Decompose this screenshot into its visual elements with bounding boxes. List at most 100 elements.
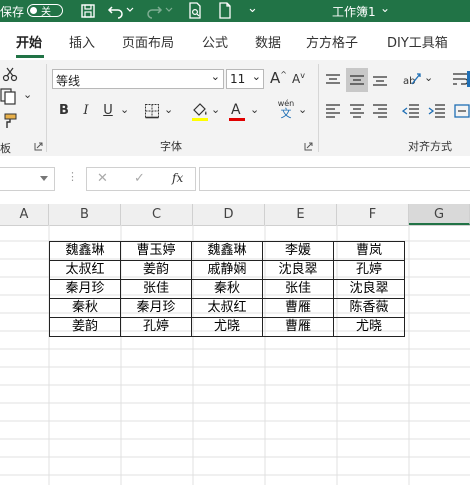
tab-insert[interactable]: 插入: [69, 32, 95, 51]
table-cell[interactable]: 沈良翠: [333, 279, 405, 299]
col-header-c[interactable]: C: [121, 204, 193, 225]
table-cell[interactable]: 太叔红: [49, 260, 121, 280]
save-icon[interactable]: [80, 3, 96, 19]
redo-icon[interactable]: [145, 3, 163, 19]
col-header-b[interactable]: B: [49, 204, 121, 225]
enter-icon[interactable]: ✓: [134, 171, 145, 186]
merge-center-icon[interactable]: [454, 103, 470, 119]
wrap-text-icon[interactable]: [452, 70, 470, 88]
table-cell[interactable]: 张佳: [262, 279, 334, 299]
decrease-font-size-icon[interactable]: Av: [292, 71, 305, 86]
underline-button[interactable]: U: [98, 101, 118, 121]
copy-icon[interactable]: [0, 88, 22, 106]
copy-dropdown-icon[interactable]: ⌄: [23, 88, 32, 101]
tab-page-layout[interactable]: 页面布局: [122, 32, 174, 51]
clipboard-launcher-icon[interactable]: [34, 142, 43, 151]
table-cell[interactable]: 魏鑫琳: [49, 241, 121, 261]
table-cell[interactable]: 孔婷: [333, 260, 405, 280]
format-painter-icon[interactable]: [2, 112, 20, 130]
font-name-value: 等线: [56, 74, 81, 88]
table-row: 魏鑫琳 曹玉婷 魏鑫琳 李媛 曹岚: [49, 241, 405, 261]
table-cell[interactable]: 姜韵: [49, 317, 121, 337]
undo-icon[interactable]: [107, 3, 125, 19]
underline-dropdown-icon[interactable]: ⌄: [120, 103, 129, 116]
font-color-dropdown-icon[interactable]: ⌄: [250, 103, 259, 116]
increase-font-size-icon[interactable]: A^: [270, 69, 287, 87]
table-cell[interactable]: 尤晓: [191, 317, 263, 337]
table-cell[interactable]: 沈良翠: [262, 260, 334, 280]
orientation-dropdown-icon[interactable]: ⌄: [424, 71, 433, 84]
column-headers: A B C D E F G: [0, 204, 470, 226]
align-right-icon[interactable]: [371, 103, 389, 119]
tab-data[interactable]: 数据: [255, 32, 281, 51]
table-cell[interactable]: 李媛: [262, 241, 334, 261]
col-header-d[interactable]: D: [193, 204, 265, 225]
table-cell[interactable]: 秦月珍: [120, 298, 192, 318]
insert-function-icon[interactable]: fx: [172, 171, 183, 185]
cancel-icon[interactable]: ✕: [97, 171, 108, 186]
tab-diy-toolbox[interactable]: DIY工具箱: [387, 32, 448, 51]
italic-button[interactable]: I: [76, 101, 96, 121]
table-cell[interactable]: 秦秋: [191, 279, 263, 299]
col-header-f[interactable]: F: [337, 204, 409, 225]
table-cell[interactable]: 戚静娴: [191, 260, 263, 280]
table-row: 秦秋 秦月珍 太叔红 曹雁 陈香薇: [49, 298, 405, 318]
align-top-icon[interactable]: [324, 72, 342, 88]
font-name-dropdown-icon[interactable]: ⌄: [211, 70, 220, 83]
table-cell[interactable]: 陈香薇: [333, 298, 405, 318]
formula-input[interactable]: [199, 167, 470, 191]
font-color-icon[interactable]: A: [228, 100, 246, 122]
table-cell[interactable]: 曹岚: [333, 241, 405, 261]
autosave-toggle[interactable]: 关: [27, 4, 63, 18]
cut-icon[interactable]: [2, 66, 18, 82]
font-size-value: 11: [230, 72, 246, 86]
new-document-icon[interactable]: [217, 2, 233, 20]
align-middle-button[interactable]: [346, 68, 368, 92]
document-search-icon[interactable]: [187, 2, 203, 20]
phonetic-dropdown-icon[interactable]: ⌄: [298, 103, 307, 116]
tab-fangfang[interactable]: 方方格子: [306, 32, 358, 51]
table-cell[interactable]: 姜韵: [120, 260, 192, 280]
table-cell[interactable]: 曹雁: [262, 298, 334, 318]
customize-qat-icon[interactable]: ⌄: [247, 1, 258, 16]
table-cell[interactable]: 太叔红: [191, 298, 263, 318]
fill-color-icon[interactable]: [190, 100, 210, 122]
col-header-a[interactable]: A: [0, 204, 49, 225]
table-cell[interactable]: 秦秋: [49, 298, 121, 318]
name-box[interactable]: [0, 167, 55, 191]
align-center-icon[interactable]: [348, 103, 366, 119]
col-header-g[interactable]: G: [409, 204, 470, 225]
font-size-dropdown-icon[interactable]: ⌄: [252, 70, 261, 83]
bold-button[interactable]: B: [54, 101, 74, 121]
borders-dropdown-icon[interactable]: ⌄: [164, 103, 173, 116]
col-header-e[interactable]: E: [265, 204, 337, 225]
table-cell[interactable]: 曹雁: [262, 317, 334, 337]
table-cell[interactable]: 孔婷: [120, 317, 192, 337]
undo-dropdown-icon[interactable]: [126, 6, 134, 14]
clipboard-group-label: 板: [0, 142, 11, 155]
font-name-combobox[interactable]: 等线 ⌄: [52, 69, 224, 89]
font-launcher-icon[interactable]: [304, 142, 313, 151]
fill-color-dropdown-icon[interactable]: ⌄: [211, 103, 220, 116]
title-chevron-icon[interactable]: ⌄: [380, 1, 390, 15]
tab-home[interactable]: 开始: [16, 32, 42, 51]
increase-indent-icon[interactable]: [428, 103, 446, 119]
ribbon-separator: [46, 64, 47, 152]
name-box-dropdown-icon[interactable]: [40, 176, 48, 182]
decrease-indent-icon[interactable]: [402, 103, 420, 119]
phonetic-guide-button[interactable]: wén 文: [275, 99, 297, 123]
orientation-icon[interactable]: ab: [402, 70, 422, 88]
table-cell[interactable]: 曹玉婷: [120, 241, 192, 261]
redo-dropdown-icon[interactable]: [165, 6, 173, 14]
table-cell[interactable]: 魏鑫琳: [191, 241, 263, 261]
borders-icon[interactable]: [144, 103, 160, 119]
alignment-group-label: 对齐方式: [408, 140, 452, 153]
formula-bar-grip-icon[interactable]: ⋮: [67, 170, 78, 183]
tab-formulas[interactable]: 公式: [202, 32, 228, 51]
align-left-icon[interactable]: [324, 103, 342, 119]
font-size-combobox[interactable]: 11 ⌄: [226, 69, 264, 89]
table-cell[interactable]: 尤晓: [333, 317, 405, 337]
table-cell[interactable]: 秦月珍: [49, 279, 121, 299]
align-bottom-icon[interactable]: [371, 72, 389, 88]
table-cell[interactable]: 张佳: [120, 279, 192, 299]
